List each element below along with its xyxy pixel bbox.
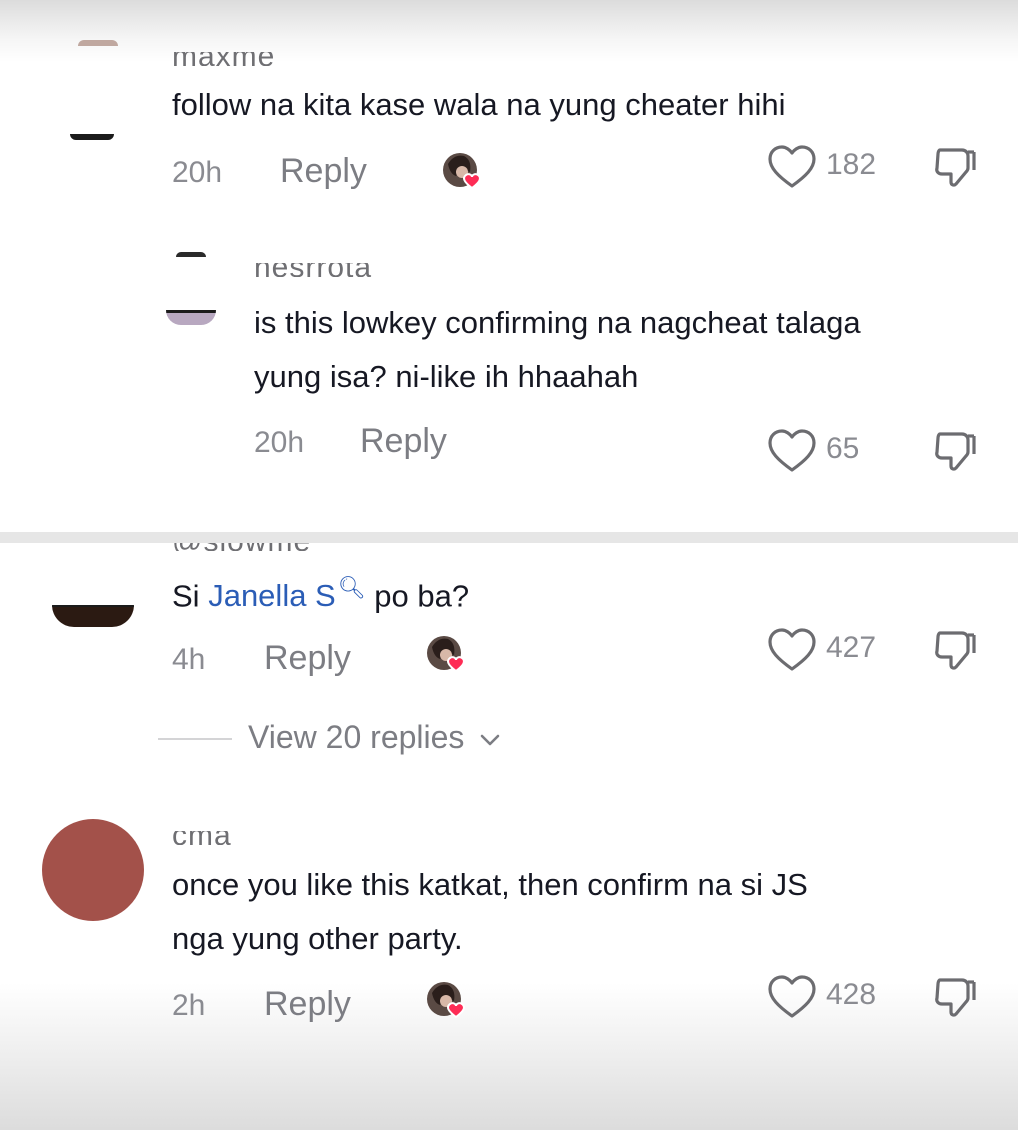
heart-outline-icon[interactable] bbox=[766, 144, 818, 190]
comment-text-line-2: nga yung other party. bbox=[172, 921, 463, 956]
reply-button[interactable]: Reply bbox=[264, 985, 351, 1024]
avatar-bottom bbox=[70, 134, 114, 140]
like-count: 182 bbox=[826, 148, 877, 181]
creator-liked-avatar bbox=[427, 636, 465, 673]
comment-time: 2h bbox=[172, 989, 206, 1022]
heart-outline-icon[interactable] bbox=[766, 974, 818, 1020]
mention-link[interactable]: Janella S🔍︎ bbox=[208, 575, 366, 613]
mention-name[interactable]: Janella S bbox=[208, 578, 336, 613]
avatar[interactable] bbox=[78, 40, 118, 46]
reply-button[interactable]: Reply bbox=[280, 152, 367, 191]
search-icon[interactable]: 🔍︎ bbox=[338, 575, 366, 600]
comment-time: 20h bbox=[172, 156, 223, 189]
avatar[interactable] bbox=[176, 252, 206, 257]
comment-username[interactable]: maxme bbox=[172, 52, 275, 66]
comment-time: 20h bbox=[254, 426, 305, 459]
thumbs-down-icon[interactable] bbox=[932, 144, 978, 190]
creator-liked-avatar bbox=[427, 982, 465, 1019]
avatar[interactable] bbox=[42, 819, 144, 921]
like-count: 428 bbox=[826, 978, 877, 1011]
creator-liked-avatar bbox=[443, 153, 481, 190]
like-count: 427 bbox=[826, 631, 877, 664]
comment-text-prefix: Si bbox=[172, 578, 200, 614]
view-replies-label[interactable]: View 20 replies bbox=[248, 719, 464, 755]
divider bbox=[158, 738, 232, 740]
chevron-down-icon[interactable] bbox=[479, 733, 501, 747]
thumbs-down-icon[interactable] bbox=[932, 627, 978, 673]
thumbs-down-icon[interactable] bbox=[932, 974, 978, 1020]
heart-outline-icon[interactable] bbox=[766, 428, 818, 474]
comment-username[interactable]: @slowme bbox=[172, 543, 311, 551]
like-count: 65 bbox=[826, 432, 860, 465]
comment-text: follow na kita kase wala na yung cheater… bbox=[172, 87, 786, 122]
comments-panel-bottom: @slowme Si Janella S🔍︎ po ba? 4h Reply 4… bbox=[0, 543, 1018, 1130]
reply-button[interactable]: Reply bbox=[264, 639, 351, 678]
avatar-bottom bbox=[166, 310, 216, 325]
heart-outline-icon[interactable] bbox=[766, 627, 818, 673]
comment-text: Si Janella S🔍︎ po ba? bbox=[172, 561, 469, 623]
comment-username[interactable]: cma bbox=[172, 831, 232, 845]
view-replies-button[interactable]: View 20 replies bbox=[248, 719, 501, 756]
comment-text-line-1: once you like this katkat, then confirm … bbox=[172, 867, 808, 902]
avatar[interactable] bbox=[52, 605, 134, 627]
comment-username[interactable]: nesrrota bbox=[254, 263, 372, 277]
reply-button[interactable]: Reply bbox=[360, 422, 447, 461]
comment-time: 4h bbox=[172, 643, 206, 676]
thumbs-down-icon[interactable] bbox=[932, 428, 978, 474]
comment-text-line-1: is this lowkey confirming na nagcheat ta… bbox=[254, 305, 861, 340]
comment-text-line-2: yung isa? ni-like ih hhaahah bbox=[254, 359, 639, 394]
comment-text-suffix: po ba? bbox=[374, 578, 470, 614]
comments-panel-top: maxme follow na kita kase wala na yung c… bbox=[0, 0, 1018, 532]
